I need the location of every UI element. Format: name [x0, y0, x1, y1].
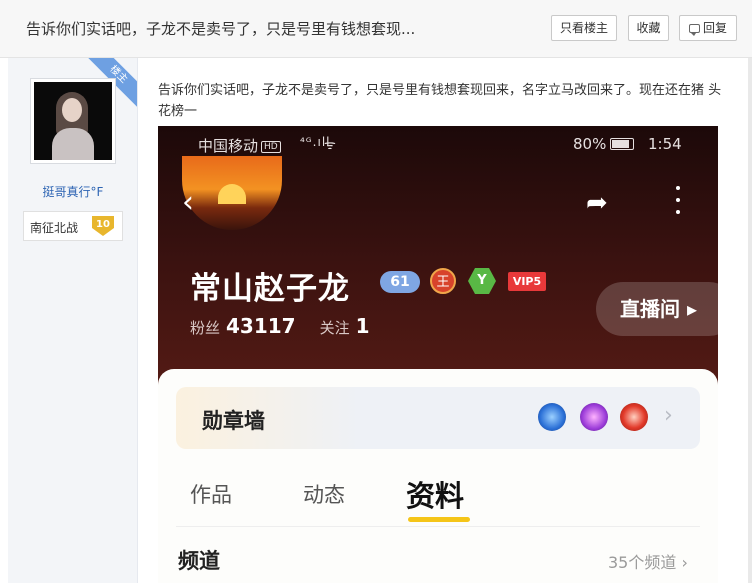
carrier-label: 中国移动 HD [198, 135, 281, 156]
tabs-divider [176, 526, 700, 527]
live-room-button: 直播间 ▸ [596, 282, 718, 336]
back-icon: ‹ [182, 185, 194, 220]
only-op-button[interactable]: 只看楼主 [551, 15, 617, 41]
sunset-avatar [182, 156, 282, 230]
profile-nickname: 常山赵子龙 [190, 271, 350, 307]
clock: 1:54 [648, 135, 682, 153]
post-image-screenshot[interactable]: 中国移动 HD ⁴ᴳ.ıll ᯤ 80% 1:54 ‹ ➦ 常山赵子龙 61 王 … [158, 126, 718, 583]
avatar-image [34, 82, 112, 160]
wifi-icon: ᯤ [324, 138, 336, 153]
author-column: 楼主 挺哥真行°F 南征北战 10 [8, 58, 138, 583]
vip-badge: VIP5 [508, 272, 546, 291]
fans-count: 43117 [226, 314, 296, 338]
share-icon: ➦ [586, 188, 608, 218]
thread-title: 告诉你们实话吧，子龙不是卖号了，只是号里有钱想套现... [26, 20, 416, 38]
y-badge: Y [468, 268, 496, 294]
username-link[interactable]: 挺哥真行°F [8, 183, 137, 200]
fans-label: 粉丝 [190, 319, 221, 337]
following-count: 1 [355, 314, 370, 338]
favorite-button[interactable]: 收藏 [628, 15, 669, 41]
battery-icon [610, 138, 635, 150]
following-label: 关注 [319, 319, 350, 337]
channel-label: 频道 [178, 549, 220, 573]
follow-stats: 粉丝 43117 关注 1 [190, 314, 394, 338]
chevron-right-icon: › [664, 403, 673, 428]
active-tab-indicator [408, 517, 470, 522]
profile-panel: 勋章墙 › 作品 动态 资料 频道 35个频道 › [158, 369, 718, 583]
medal-wall-label: 勋章墙 [202, 409, 265, 433]
avatar[interactable] [30, 78, 116, 164]
user-level-badge: 61 [380, 271, 420, 293]
medal-icon [620, 403, 648, 431]
more-icon [670, 184, 686, 218]
forum-member-badge[interactable]: 南征北战 10 [23, 211, 123, 241]
thread-header: 告诉你们实话吧，子龙不是卖号了，只是号里有钱想套现... 只看楼主 收藏 回复 [0, 0, 752, 58]
channel-count: 35个频道 › [608, 553, 688, 572]
medal-icon [580, 403, 608, 431]
tab-dynamic: 动态 [303, 483, 345, 507]
medal-wall: 勋章墙 › [176, 387, 700, 449]
medal-icon [538, 403, 566, 431]
post-content-text: 告诉你们实话吧，子龙不是卖号了，只是号里有钱想套现回来，名字立马改回来了。现在还… [158, 83, 722, 119]
level-badge: 10 [92, 216, 114, 236]
battery-indicator: 80% [573, 135, 635, 153]
reply-icon [688, 24, 700, 36]
tab-profile: 资料 [406, 479, 465, 513]
scrollbar-track[interactable] [748, 58, 752, 583]
forum-badge-name: 南征北战 [30, 221, 79, 235]
reply-button[interactable]: 回复 [679, 15, 737, 41]
reply-button-label: 回复 [702, 21, 727, 35]
tab-works: 作品 [190, 483, 232, 507]
king-badge: 王 [430, 268, 456, 294]
